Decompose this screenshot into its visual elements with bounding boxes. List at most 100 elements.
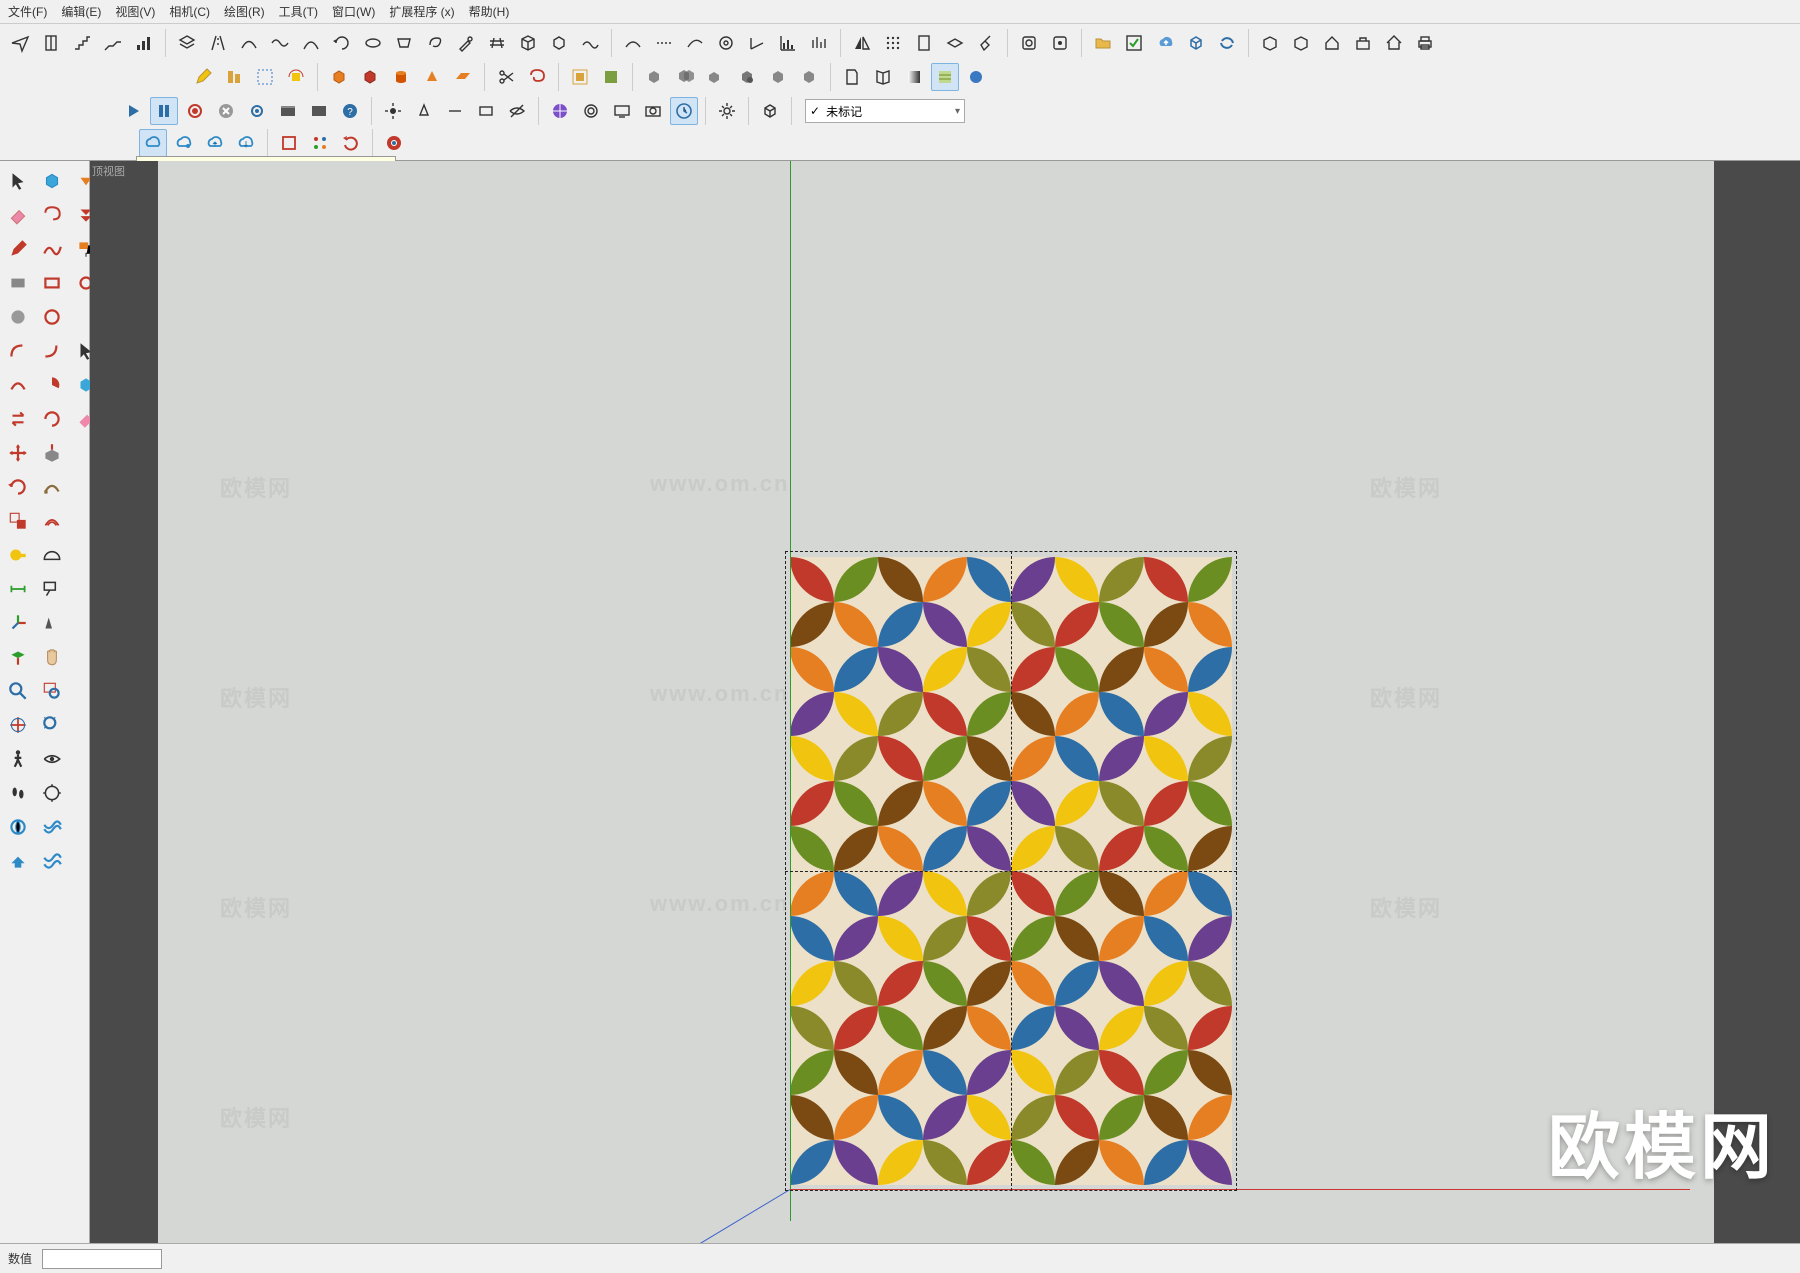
solid5-icon[interactable] [764,63,792,91]
square-icon[interactable] [275,129,303,157]
folder-open-icon[interactable] [1089,29,1117,57]
printer-icon[interactable] [1411,29,1439,57]
component-icon[interactable] [597,63,625,91]
dimension-icon[interactable] [4,575,32,603]
scale-icon[interactable] [4,507,32,535]
box3d-2-icon[interactable] [1287,29,1315,57]
curve-icon[interactable] [235,29,263,57]
cube-blue-icon[interactable] [1182,29,1210,57]
box-layers-icon[interactable] [514,29,542,57]
stairs2-icon[interactable] [99,29,127,57]
cylinder-icon[interactable] [387,63,415,91]
toolbox-icon[interactable] [1349,29,1377,57]
arc2-icon[interactable] [619,29,647,57]
record-icon[interactable] [181,97,209,125]
rect-icon[interactable] [472,97,500,125]
play-icon[interactable] [119,97,147,125]
swap-icon[interactable] [4,405,32,433]
house-icon[interactable] [1318,29,1346,57]
arc-red2-icon[interactable] [38,337,66,365]
lasso-red-icon[interactable] [38,201,66,229]
line-icon[interactable] [441,97,469,125]
dashes-icon[interactable] [650,29,678,57]
column-icon[interactable] [37,29,65,57]
menu-help[interactable]: 帮助(H) [469,3,510,20]
menu-view[interactable]: 视图(V) [115,3,155,20]
oval-icon[interactable] [359,29,387,57]
device1-icon[interactable] [1015,29,1043,57]
plugin3-icon[interactable] [4,847,32,875]
rotate-box-icon[interactable] [282,63,310,91]
solid6-icon[interactable] [795,63,823,91]
solid3-icon[interactable] [702,63,730,91]
house2-icon[interactable] [1380,29,1408,57]
package-icon[interactable] [756,97,784,125]
camera-icon[interactable] [639,97,667,125]
swap2-icon[interactable] [38,405,66,433]
light-icon[interactable] [379,97,407,125]
viewport[interactable]: 顶视图 欧模网 www.om.cn 欧模网 www.om.cn 欧模网 www.… [90,161,1800,1243]
box-orange-icon[interactable] [325,63,353,91]
circle-red-icon[interactable] [38,303,66,331]
menu-camera[interactable]: 相机(C) [169,3,210,20]
stop-icon[interactable] [212,97,240,125]
bars-icon[interactable] [130,29,158,57]
help-icon[interactable]: ? [336,97,364,125]
mirror-icon[interactable] [848,29,876,57]
gear-circle-icon[interactable] [712,29,740,57]
section-icon[interactable] [4,643,32,671]
cloud1-icon[interactable] [139,129,167,157]
solid1-icon[interactable] [640,63,668,91]
cube-blue2-icon[interactable] [38,167,66,195]
film-icon[interactable] [274,97,302,125]
wave-icon[interactable] [266,29,294,57]
cloud-down-icon[interactable] [232,129,260,157]
cloud-up2-icon[interactable] [201,129,229,157]
circle-gray-icon[interactable] [4,303,32,331]
look-icon[interactable] [38,779,66,807]
arc-red-icon[interactable] [4,337,32,365]
walk-icon[interactable] [4,745,32,773]
zoom-extents-icon[interactable] [38,711,66,739]
followme-icon[interactable] [38,473,66,501]
clock-icon[interactable] [670,97,698,125]
lasso-icon[interactable] [523,63,551,91]
zoom-window-icon[interactable] [38,677,66,705]
plugin2-icon[interactable] [38,813,66,841]
road-icon[interactable] [204,29,232,57]
eraser-icon[interactable] [4,201,32,229]
pencil-yellow-icon[interactable] [189,63,217,91]
scissors-icon[interactable] [492,63,520,91]
arc-tool-icon[interactable] [297,29,325,57]
cloud2-icon[interactable] [170,129,198,157]
zoom-icon[interactable] [4,677,32,705]
pushpull-icon[interactable] [38,439,66,467]
refresh-red-icon[interactable] [337,129,365,157]
menu-window[interactable]: 窗口(W) [332,3,375,20]
film2-icon[interactable] [305,97,333,125]
curve2-icon[interactable] [681,29,709,57]
grid-icon[interactable] [879,29,907,57]
move-icon[interactable] [4,439,32,467]
arc3-icon[interactable] [4,371,32,399]
hand-icon[interactable] [38,643,66,671]
rect-red-icon[interactable] [38,269,66,297]
plane-icon[interactable] [449,63,477,91]
device2-icon[interactable] [1046,29,1074,57]
text-icon[interactable] [38,575,66,603]
spotlight-icon[interactable] [410,97,438,125]
settings-icon[interactable] [713,97,741,125]
grid-surface-icon[interactable] [483,29,511,57]
rect-tool-icon[interactable] [4,269,32,297]
offset-icon[interactable] [38,507,66,535]
book-icon[interactable] [869,63,897,91]
shape-icon[interactable] [390,29,418,57]
gear-blue-icon[interactable] [243,97,271,125]
chrome-icon[interactable] [380,129,408,157]
measurement-input[interactable] [42,1249,162,1269]
solid2-icon[interactable] [671,63,699,91]
globe-purple-icon[interactable] [546,97,574,125]
wave2-icon[interactable] [576,29,604,57]
cloud-up-icon[interactable] [1151,29,1179,57]
3dtext-icon[interactable] [38,609,66,637]
